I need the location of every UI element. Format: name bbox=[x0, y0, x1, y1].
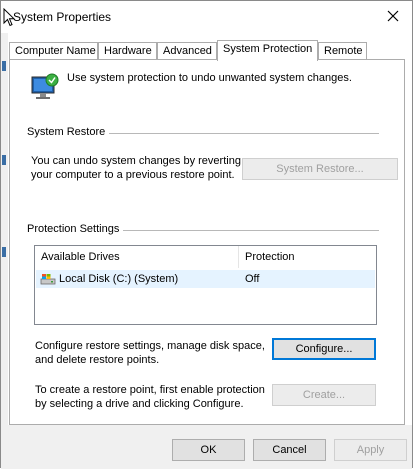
system-restore-description-line2: your computer to a previous restore poin… bbox=[31, 169, 235, 181]
close-icon[interactable] bbox=[384, 7, 402, 25]
column-header-available-drives[interactable]: Available Drives bbox=[35, 246, 238, 268]
configure-button[interactable]: Configure... bbox=[272, 338, 376, 360]
tab-remote[interactable]: Remote bbox=[318, 42, 367, 60]
mouse-cursor-icon bbox=[3, 8, 15, 27]
drive-protection-status: Off bbox=[245, 273, 260, 285]
system-properties-window: System Properties Computer Name Hardware… bbox=[0, 0, 413, 469]
hard-drive-icon bbox=[40, 274, 56, 285]
column-header-protection[interactable]: Protection bbox=[239, 246, 369, 268]
divider bbox=[117, 230, 379, 231]
system-protection-icon bbox=[31, 73, 59, 99]
cancel-button[interactable]: Cancel bbox=[253, 439, 326, 461]
title-bar[interactable]: System Properties bbox=[1, 1, 412, 33]
ok-button[interactable]: OK bbox=[172, 439, 245, 461]
create-button[interactable]: Create... bbox=[272, 384, 376, 406]
background-accent bbox=[2, 247, 6, 257]
divider bbox=[101, 133, 379, 134]
system-restore-description-line1: You can undo system changes by reverting bbox=[31, 155, 241, 167]
background-accent bbox=[2, 155, 6, 165]
create-description-line1: To create a restore point, first enable … bbox=[35, 384, 265, 396]
intro-text: Use system protection to undo unwanted s… bbox=[67, 72, 352, 84]
drives-list-header: Available Drives Protection bbox=[35, 246, 376, 268]
tab-advanced[interactable]: Advanced bbox=[157, 42, 217, 60]
system-restore-button[interactable]: System Restore... bbox=[242, 158, 398, 180]
tab-panel-system-protection bbox=[9, 59, 405, 425]
background-window-edge bbox=[1, 33, 8, 469]
tab-hardware[interactable]: Hardware bbox=[98, 42, 157, 60]
tab-system-protection[interactable]: System Protection bbox=[217, 40, 318, 61]
protection-settings-heading: Protection Settings bbox=[27, 223, 124, 235]
system-restore-heading: System Restore bbox=[27, 126, 110, 138]
background-accent bbox=[2, 61, 6, 71]
dialog-footer: OK Cancel Apply bbox=[1, 425, 412, 469]
drives-list[interactable]: Available Drives Protection Local Disk (… bbox=[34, 245, 377, 325]
drive-row[interactable]: Local Disk (C:) (System) Off bbox=[36, 270, 375, 288]
window-title: System Properties bbox=[13, 10, 112, 24]
tab-computer-name[interactable]: Computer Name bbox=[9, 42, 98, 60]
apply-button[interactable]: Apply bbox=[334, 439, 407, 461]
configure-description-line2: and delete restore points. bbox=[35, 354, 160, 366]
configure-description-line1: Configure restore settings, manage disk … bbox=[35, 340, 265, 352]
create-description-line2: by selecting a drive and clicking Config… bbox=[35, 398, 244, 410]
drive-name: Local Disk (C:) (System) bbox=[59, 273, 179, 285]
